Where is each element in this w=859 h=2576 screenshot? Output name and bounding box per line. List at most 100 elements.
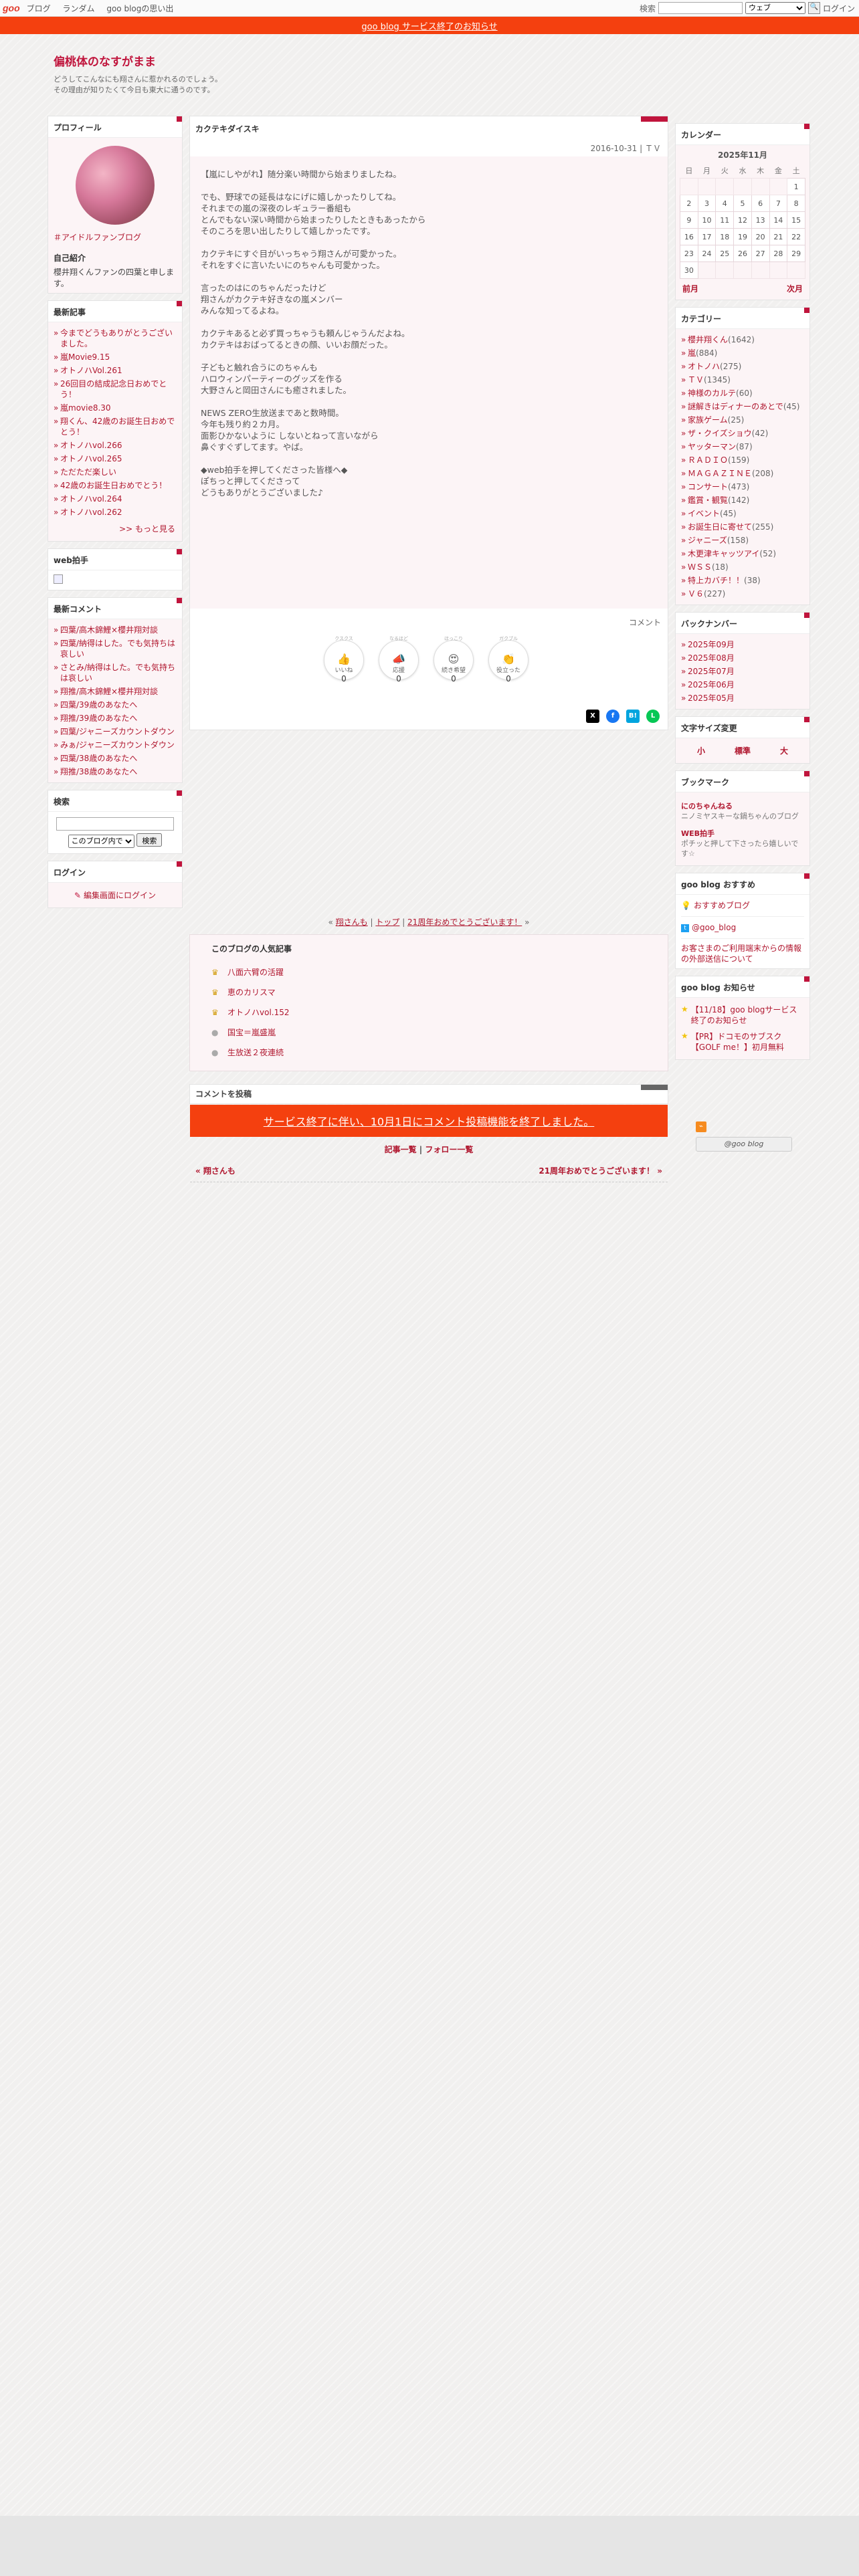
- calendar-day[interactable]: 2: [680, 195, 698, 212]
- recent-post-link[interactable]: オトノハVol.261: [60, 366, 122, 375]
- popular-post-link[interactable]: 恵のカリスマ: [227, 988, 276, 997]
- calendar-day[interactable]: 25: [715, 245, 735, 262]
- calendar-day[interactable]: 22: [787, 228, 805, 245]
- category-link[interactable]: 鑑賞・観覧: [688, 496, 728, 505]
- hatena-bookmark-icon[interactable]: B!: [626, 710, 640, 723]
- blog-title[interactable]: 偏桃体のなすがまま: [54, 52, 222, 69]
- recent-comment-link[interactable]: 四葉/納得はした。でも気持ちは哀しい: [60, 639, 175, 659]
- calendar-day[interactable]: 6: [751, 195, 770, 212]
- recent-comment-link[interactable]: 翔推/38歳のあなたへ: [60, 767, 137, 776]
- category-link[interactable]: コンサート: [688, 482, 728, 492]
- category-link[interactable]: 櫻井翔くん: [688, 335, 728, 344]
- category-link[interactable]: ＷＳＳ: [688, 562, 712, 572]
- calendar-day[interactable]: 3: [697, 195, 717, 212]
- calendar-day[interactable]: 16: [680, 228, 698, 245]
- rss-icon[interactable]: ⌁: [696, 1121, 706, 1132]
- calendar-day[interactable]: 24: [697, 245, 717, 262]
- recent-comment-link[interactable]: 翔推/高木錦鯉×櫻井翔対談: [60, 687, 158, 696]
- recent-post-link[interactable]: 翔くん、42歳のお誕生日おめでとう！: [60, 417, 175, 437]
- recent-post-link[interactable]: 嵐movie8.30: [60, 403, 111, 413]
- article-title[interactable]: カクテキダイスキ: [190, 116, 668, 140]
- goo-logo[interactable]: goo: [3, 3, 20, 13]
- next-month-link[interactable]: 次月: [787, 283, 803, 294]
- follow-list-link[interactable]: フォロー一覧: [425, 1145, 473, 1154]
- category-link[interactable]: ザ・クイズショウ: [688, 429, 752, 438]
- calendar-day[interactable]: 19: [733, 228, 752, 245]
- recent-comment-link[interactable]: 四葉/高木錦鯉×櫻井翔対談: [60, 625, 158, 635]
- backnumber-link[interactable]: 2025年05月: [688, 693, 735, 703]
- calendar-day[interactable]: 20: [751, 228, 770, 245]
- recent-comment-link[interactable]: さとみ/納得はした。でも気持ちは哀しい: [60, 663, 175, 683]
- calendar-day[interactable]: 17: [697, 228, 717, 245]
- category-link[interactable]: 神様のカルテ: [688, 389, 736, 398]
- news-link[interactable]: 【PR】ドコモのサブスク【GOLF me！】初月無料: [691, 1031, 804, 1053]
- font-large-button[interactable]: 大: [780, 745, 788, 756]
- search-icon[interactable]: 🔍: [807, 2, 820, 14]
- reaction-button[interactable]: ほっこり 😍 続き希望 0: [434, 636, 474, 683]
- recent-comment-link[interactable]: 翔推/39歳のあなたへ: [60, 714, 137, 723]
- prev-post-link[interactable]: 翔さんも: [336, 918, 368, 927]
- recent-post-link[interactable]: 嵐Movie9.15: [60, 352, 110, 362]
- recent-post-link[interactable]: ただただ楽しい: [60, 467, 116, 477]
- line-share-icon[interactable]: L: [646, 710, 660, 723]
- login-link[interactable]: ログイン: [823, 3, 855, 14]
- calendar-day[interactable]: 18: [715, 228, 735, 245]
- external-transmission-link[interactable]: お客さまのご利用端末からの情報の外部送信について: [681, 944, 801, 964]
- recent-comment-link[interactable]: 四葉/38歳のあなたへ: [60, 754, 137, 763]
- facebook-share-icon[interactable]: f: [606, 710, 619, 723]
- calendar-day[interactable]: 11: [715, 211, 735, 229]
- reaction-button[interactable]: クスクス 👍 いいね 0: [324, 636, 364, 683]
- article-category-link[interactable]: ＴＶ: [645, 144, 661, 153]
- category-link[interactable]: オトノハ: [688, 362, 720, 371]
- profile-category-link[interactable]: ＃アイドルファンブログ: [54, 231, 177, 243]
- category-link[interactable]: Ｖ６: [688, 589, 704, 599]
- backnumber-link[interactable]: 2025年09月: [688, 640, 735, 649]
- nav-memories[interactable]: goo blogの思い出: [106, 4, 173, 13]
- recent-post-link[interactable]: 42歳のお誕生日おめでとう！: [60, 481, 167, 490]
- reaction-button[interactable]: なるほど 📣 応援 0: [379, 636, 419, 683]
- more-posts-link[interactable]: >> もっと見る: [54, 519, 177, 537]
- calendar-day[interactable]: 21: [769, 228, 788, 245]
- comment-closed-link[interactable]: サービス終了に伴い、10月1日にコメント投稿機能を終了しました。: [264, 1113, 595, 1129]
- calendar-day[interactable]: 9: [680, 211, 698, 229]
- edit-login-link[interactable]: 編集画面にログイン: [84, 891, 156, 900]
- calendar-day[interactable]: 30: [680, 261, 698, 279]
- category-link[interactable]: 家族ゲーム: [688, 415, 728, 425]
- category-link[interactable]: 木更津キャッツアイ: [688, 549, 759, 558]
- category-link[interactable]: イベント: [688, 509, 720, 518]
- next-post-link[interactable]: 21周年おめでとうございます！: [407, 918, 522, 927]
- news-link[interactable]: 【11/18】goo blogサービス終了のお知らせ: [691, 1004, 804, 1026]
- backnumber-link[interactable]: 2025年07月: [688, 667, 735, 676]
- category-link[interactable]: ＴＶ: [688, 375, 704, 385]
- category-link[interactable]: 特上カバチ！！: [688, 576, 744, 585]
- calendar-day[interactable]: 14: [769, 211, 788, 229]
- next-article-link[interactable]: 21周年おめでとうございます！ »: [539, 1165, 662, 1176]
- category-link[interactable]: ジャニーズ: [688, 536, 727, 545]
- calendar-day[interactable]: 28: [769, 245, 788, 262]
- osusume-blog-link[interactable]: おすすめブログ: [694, 901, 750, 910]
- calendar-day[interactable]: 10: [697, 211, 717, 229]
- goo-blog-badge[interactable]: @goo blog: [696, 1137, 792, 1152]
- bookmark-link[interactable]: にのちゃんねる: [681, 800, 804, 811]
- category-link[interactable]: お誕生日に寄せて: [688, 522, 752, 532]
- recent-post-link[interactable]: 26回目の結成記念日おめでとう！: [60, 379, 167, 399]
- recent-post-link[interactable]: オトノハvol.264: [60, 494, 122, 504]
- blog-search-button[interactable]: 検索: [136, 833, 163, 847]
- popular-post-link[interactable]: 生放送２夜連続: [227, 1048, 284, 1057]
- calendar-day[interactable]: 7: [769, 195, 788, 212]
- prev-month-link[interactable]: 前月: [682, 283, 698, 294]
- goo-twitter-link[interactable]: @goo_blog: [692, 923, 736, 932]
- recent-post-link[interactable]: オトノハvol.266: [60, 441, 122, 450]
- article-list-link[interactable]: 記事一覧: [385, 1145, 417, 1154]
- bookmark-link[interactable]: WEB拍手: [681, 828, 804, 839]
- category-link[interactable]: ＲＡＤＩＯ: [688, 455, 728, 465]
- blog-search-input[interactable]: [56, 817, 174, 831]
- x-share-icon[interactable]: X: [586, 710, 599, 723]
- calendar-day[interactable]: 26: [733, 245, 752, 262]
- backnumber-link[interactable]: 2025年06月: [688, 680, 735, 689]
- font-normal-button[interactable]: 標準: [735, 745, 751, 756]
- recent-post-link[interactable]: 今までどうもありがとうございました。: [60, 328, 173, 348]
- recent-comment-link[interactable]: みぁ/ジャニーズカウントダウン: [60, 740, 175, 750]
- popular-post-link[interactable]: オトノハvol.152: [227, 1008, 290, 1017]
- calendar-day[interactable]: 15: [787, 211, 805, 229]
